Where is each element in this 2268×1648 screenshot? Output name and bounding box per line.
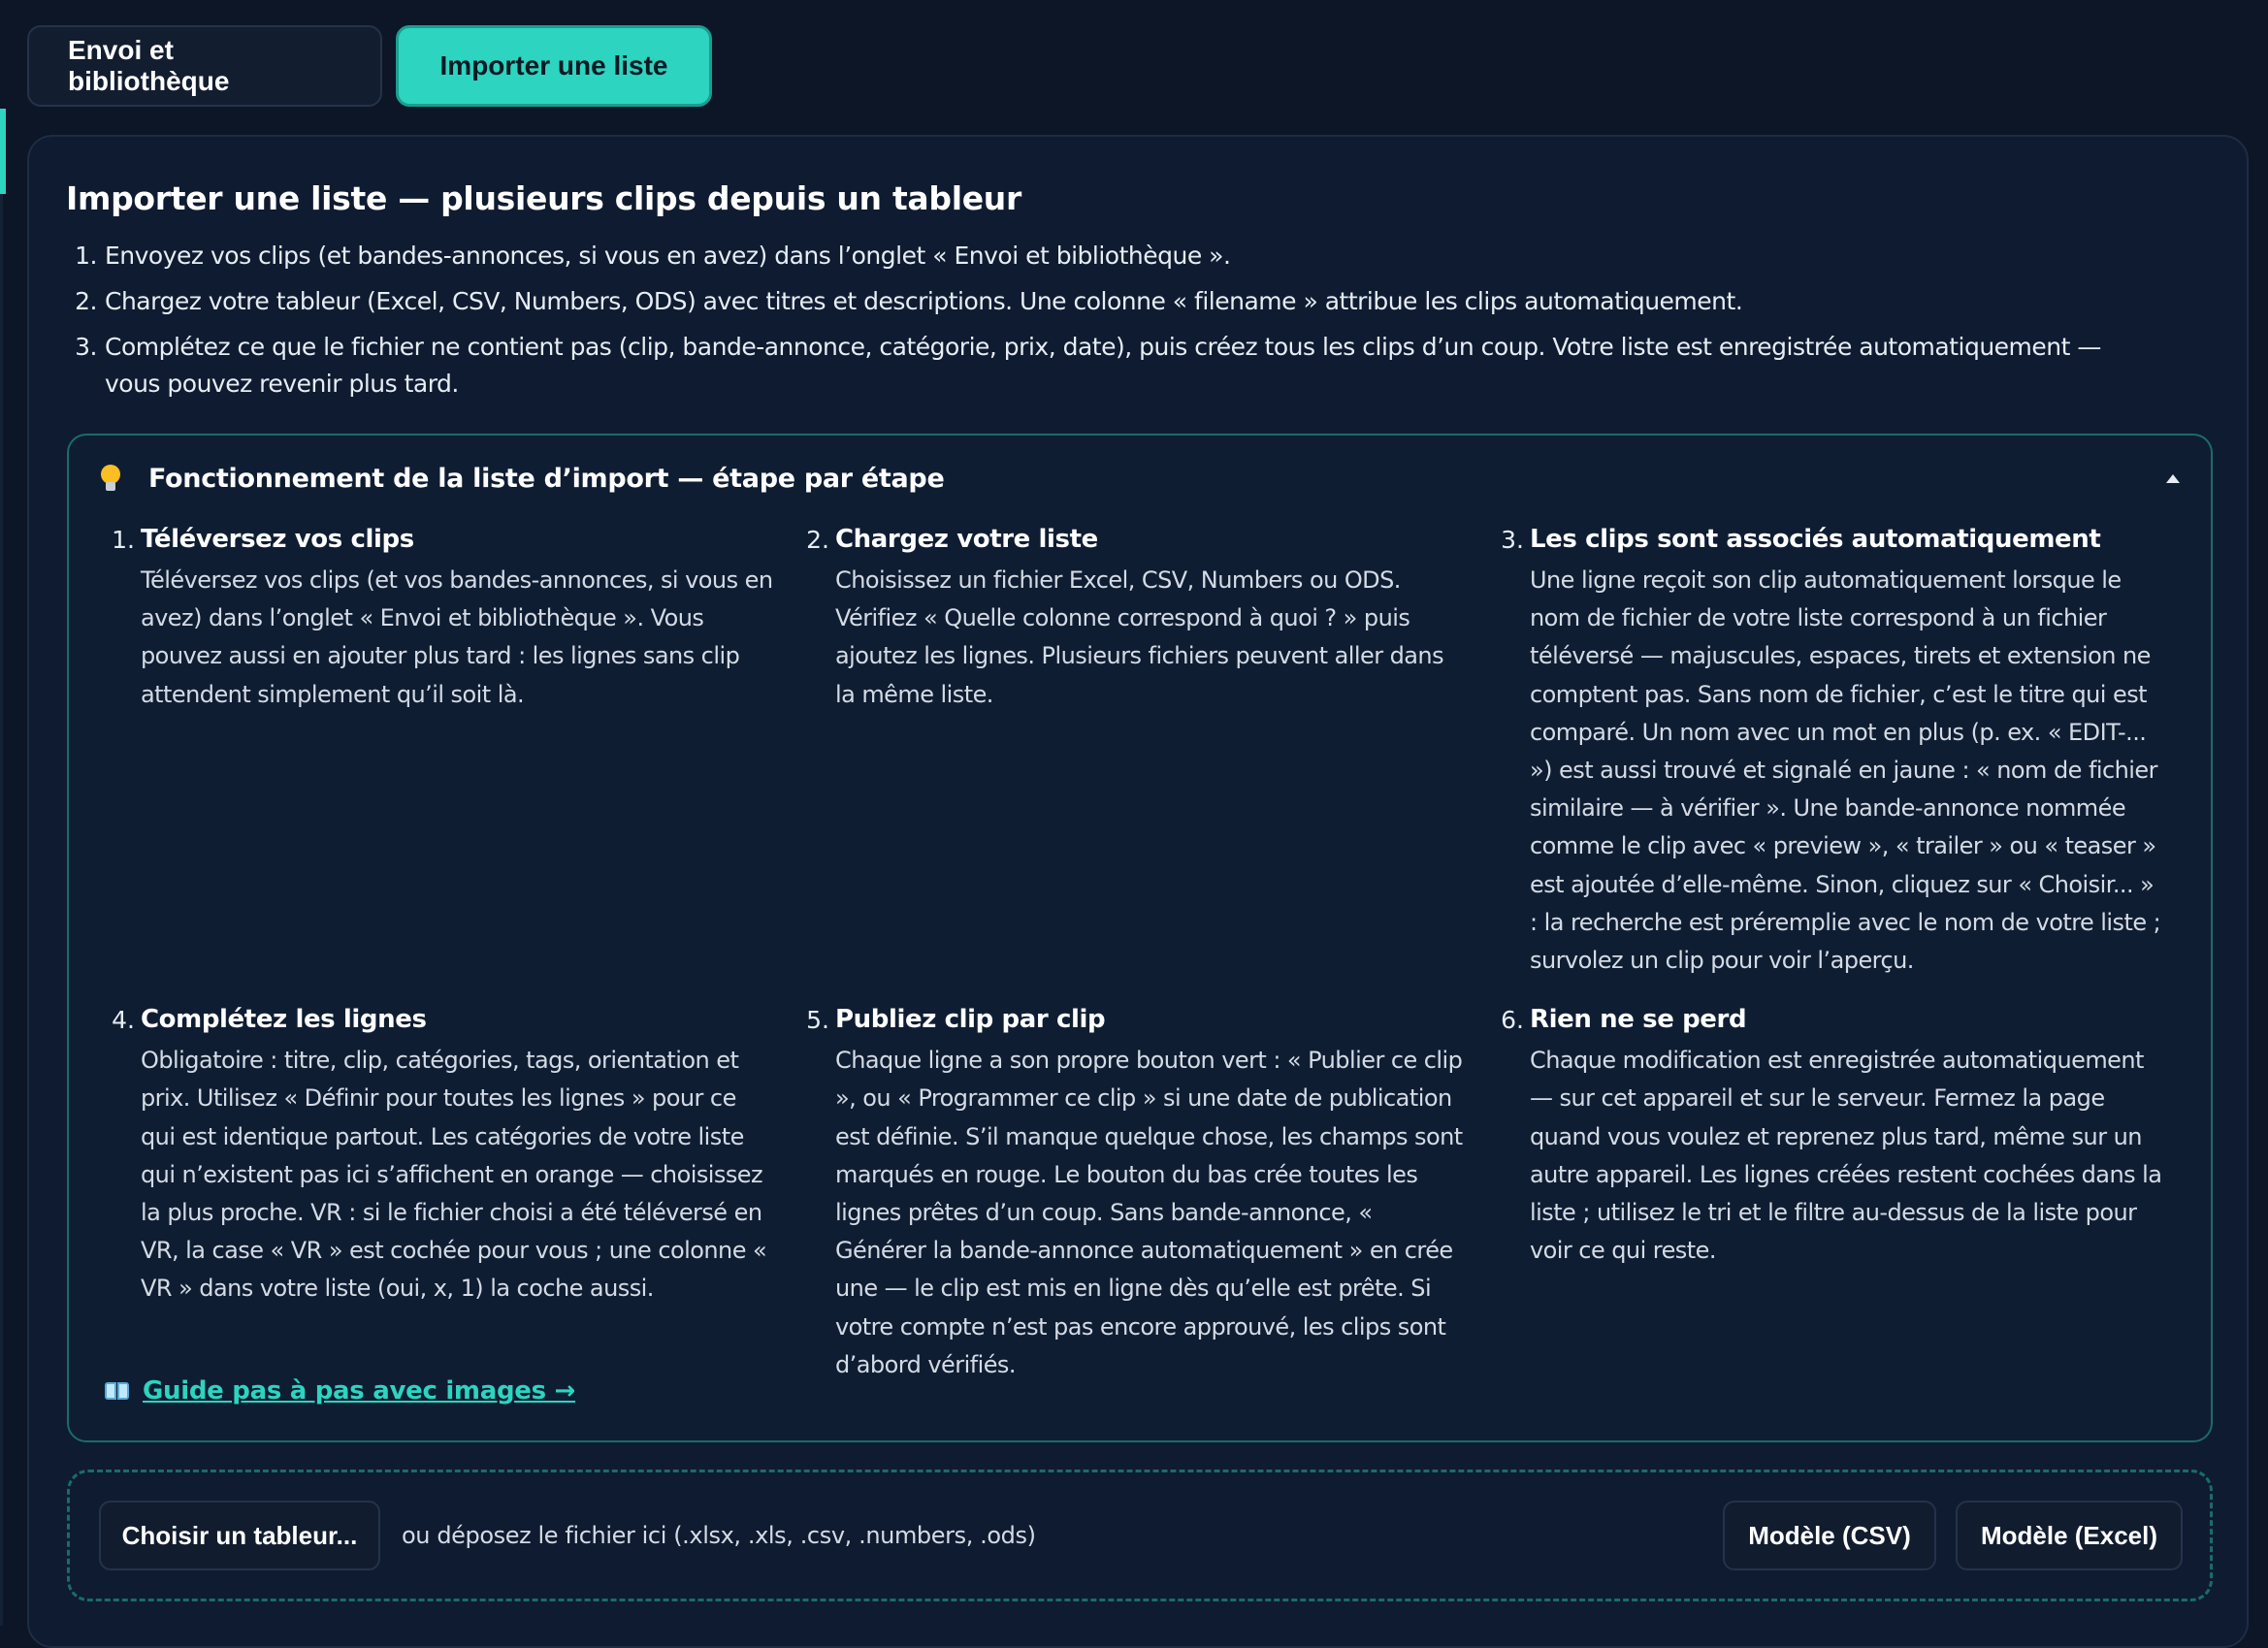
sidebar-edge: [0, 194, 3, 1626]
howto-title: Fonctionnement de la liste d’import — ét…: [148, 463, 945, 494]
howto-step: 1. Téléversez vos clips Téléversez vos c…: [106, 521, 800, 980]
howto-step: 6. Rien ne se perd Chaque modification e…: [1495, 1001, 2189, 1384]
step-text: Téléversez vos clips (et vos bandes-anno…: [141, 566, 773, 708]
step-title: Chargez votre liste: [835, 525, 1098, 554]
intro-step-number: 2.: [75, 287, 97, 315]
intro-step-number: 1.: [75, 242, 97, 270]
howto-step: 5. Publiez clip par clip Chaque ligne a …: [800, 1001, 1495, 1384]
lightbulb-icon: [100, 465, 121, 492]
howto-steps-grid: 1. Téléversez vos clips Téléversez vos c…: [106, 521, 2191, 1384]
page-title: Importer une liste — plusieurs clips dep…: [66, 179, 1021, 217]
howto-header[interactable]: Fonctionnement de la liste d’import — ét…: [100, 459, 2180, 498]
intro-step: 1. Envoyez vos clips (et bandes-annonces…: [66, 238, 2200, 275]
dropzone-hint: ou déposez le fichier ici (.xlsx, .xls, …: [402, 1522, 1036, 1549]
howto-step: 4. Complétez les lignes Obligatoire : ti…: [106, 1001, 800, 1384]
collapse-caret-icon[interactable]: [2166, 473, 2180, 483]
guide-link[interactable]: Guide pas à pas avec images →: [104, 1376, 575, 1406]
howto-accordion: Fonctionnement de la liste d’import — ét…: [67, 434, 2213, 1442]
intro-step: 3. Complétez ce que le fichier ne contie…: [66, 329, 2200, 403]
file-dropzone[interactable]: Choisir un tableur... ou déposez le fich…: [67, 1470, 2213, 1601]
tab-import-list[interactable]: Importer une liste: [396, 25, 712, 107]
step-number: 6.: [1501, 1006, 1524, 1035]
intro-steps: 1. Envoyez vos clips (et bandes-annonces…: [66, 238, 2200, 411]
intro-step-text: Chargez votre tableur (Excel, CSV, Numbe…: [105, 287, 1743, 315]
step-number: 3.: [1501, 526, 1524, 554]
step-number: 5.: [806, 1006, 829, 1035]
choose-spreadsheet-button[interactable]: Choisir un tableur...: [99, 1501, 380, 1570]
intro-step-text: Envoyez vos clips (et bandes-annonces, s…: [105, 242, 1231, 270]
step-title: Rien ne se perd: [1530, 1005, 1747, 1035]
tab-bar: Envoi et bibliothèque Importer une liste: [27, 25, 712, 107]
tab-upload-library[interactable]: Envoi et bibliothèque: [27, 25, 382, 107]
step-title: Les clips sont associés automatiquement: [1530, 525, 2101, 554]
book-icon: [104, 1380, 131, 1402]
step-text: Chaque modification est enregistrée auto…: [1530, 1047, 2162, 1265]
step-text: Choisissez un fichier Excel, CSV, Number…: [835, 566, 1444, 708]
template-excel-button[interactable]: Modèle (Excel): [1956, 1501, 2183, 1570]
template-csv-button[interactable]: Modèle (CSV): [1723, 1501, 1936, 1570]
howto-step: 3. Les clips sont associés automatiqueme…: [1495, 521, 2189, 980]
step-title: Complétez les lignes: [141, 1005, 427, 1035]
guide-link-label: Guide pas à pas avec images →: [143, 1376, 576, 1406]
howto-step: 2. Chargez votre liste Choisissez un fic…: [800, 521, 1495, 980]
step-title: Téléversez vos clips: [141, 525, 414, 554]
step-number: 2.: [806, 526, 829, 554]
step-text: Obligatoire : titre, clip, catégories, t…: [141, 1047, 767, 1303]
step-number: 4.: [112, 1006, 135, 1035]
intro-step-number: 3.: [75, 333, 97, 361]
intro-step: 2. Chargez votre tableur (Excel, CSV, Nu…: [66, 283, 2200, 320]
sidebar-accent-indicator: [0, 109, 6, 194]
step-text: Chaque ligne a son propre bouton vert : …: [835, 1047, 1463, 1378]
import-panel: Importer une liste — plusieurs clips dep…: [27, 135, 2249, 1648]
step-number: 1.: [112, 526, 135, 554]
step-title: Publiez clip par clip: [835, 1005, 1106, 1035]
intro-step-text: Complétez ce que le fichier ne contient …: [105, 333, 2101, 398]
step-text: Une ligne reçoit son clip automatiquemen…: [1530, 566, 2161, 975]
